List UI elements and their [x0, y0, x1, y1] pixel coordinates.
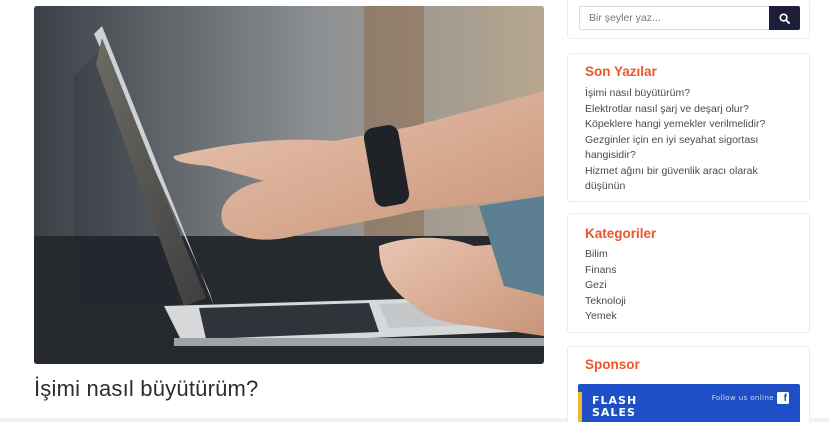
- category-link[interactable]: Yemek: [585, 309, 626, 325]
- recent-post-link[interactable]: Gezginler için en iyi seyahat sigortası …: [585, 133, 800, 164]
- search-icon: [779, 12, 790, 24]
- recent-posts-list: İşimi nasıl büyütürüm? Elektrotlar nasıl…: [585, 86, 800, 195]
- featured-image[interactable]: [34, 6, 544, 364]
- search-widget: [567, 0, 810, 39]
- categories-widget: Kategoriler Bilim Finans Gezi Teknoloji …: [567, 213, 810, 333]
- categories-heading: Kategoriler: [585, 226, 657, 241]
- category-link[interactable]: Bilim: [585, 247, 626, 263]
- recent-posts-widget: Son Yazılar İşimi nasıl büyütürüm? Elekt…: [567, 53, 810, 202]
- categories-list: Bilim Finans Gezi Teknoloji Yemek: [585, 247, 626, 325]
- recent-posts-heading: Son Yazılar: [585, 64, 657, 79]
- search-input[interactable]: [579, 6, 769, 30]
- banner-headline: FLASH SALES: [592, 395, 637, 419]
- recent-post-link[interactable]: Hizmet ağını bir güvenlik aracı olarak d…: [585, 164, 800, 195]
- laptop-photo: [34, 6, 544, 364]
- banner-line2: SALES: [592, 406, 636, 419]
- category-link[interactable]: Teknoloji: [585, 294, 626, 310]
- recent-post-link[interactable]: Köpeklere hangi yemekler verilmelidir?: [585, 117, 800, 133]
- post-title[interactable]: İşimi nasıl büyütürüm?: [34, 376, 259, 402]
- category-link[interactable]: Gezi: [585, 278, 626, 294]
- banner-follow-text: Follow us online: [711, 394, 774, 402]
- sponsor-heading: Sponsor: [585, 357, 640, 372]
- banner-stripe: [578, 392, 582, 422]
- facebook-icon[interactable]: f: [777, 392, 789, 404]
- sponsor-widget: Sponsor FLASH SALES Follow us online f: [567, 346, 810, 422]
- recent-post-link[interactable]: İşimi nasıl büyütürüm?: [585, 86, 800, 102]
- sponsor-banner[interactable]: FLASH SALES Follow us online f: [578, 384, 800, 422]
- search-button[interactable]: [769, 6, 800, 30]
- category-link[interactable]: Finans: [585, 263, 626, 279]
- recent-post-link[interactable]: Elektrotlar nasıl şarj ve deşarj olur?: [585, 102, 800, 118]
